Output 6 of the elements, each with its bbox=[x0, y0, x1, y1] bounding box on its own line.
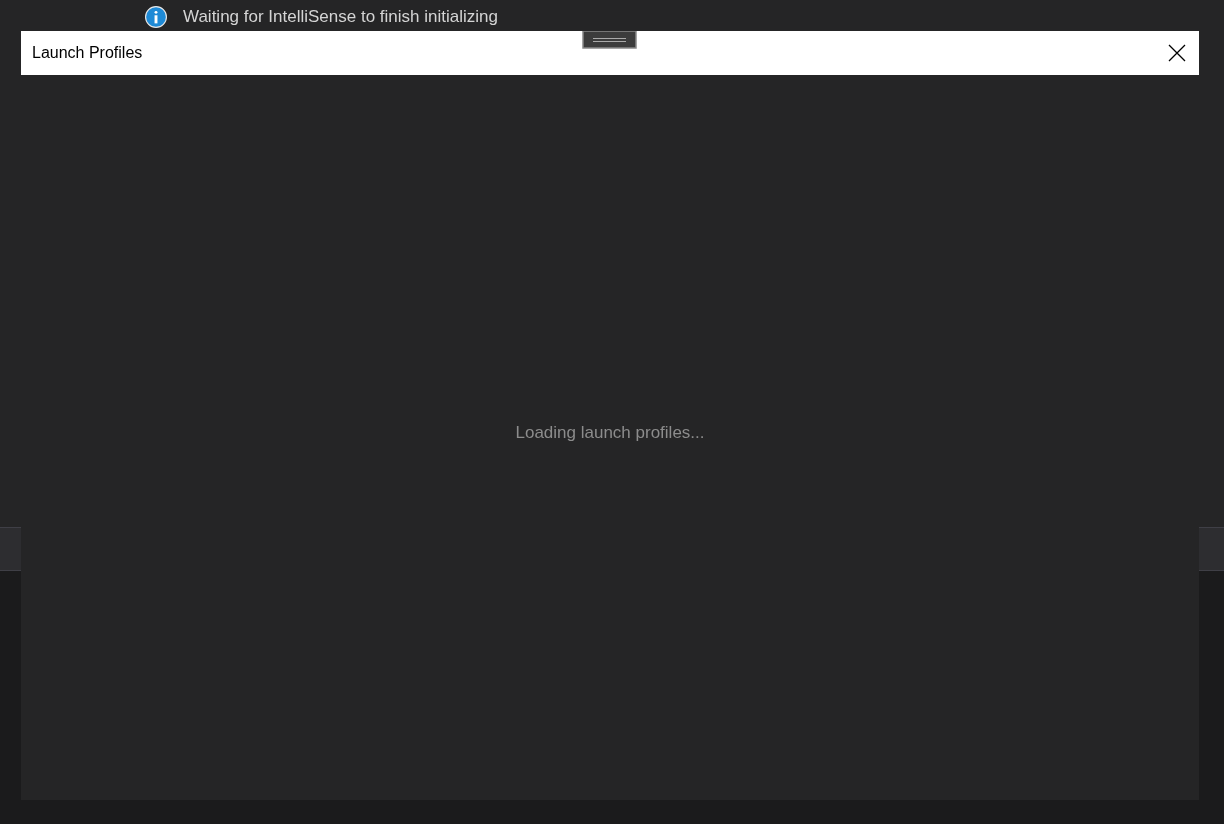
close-icon bbox=[1168, 44, 1186, 62]
notification-text: Waiting for IntelliSense to finish initializing bbox=[183, 7, 498, 27]
info-icon bbox=[145, 6, 167, 28]
drag-handle-icon[interactable] bbox=[582, 31, 637, 49]
dialog-title: Launch Profiles bbox=[32, 43, 143, 63]
loading-text: Loading launch profiles... bbox=[515, 421, 705, 444]
